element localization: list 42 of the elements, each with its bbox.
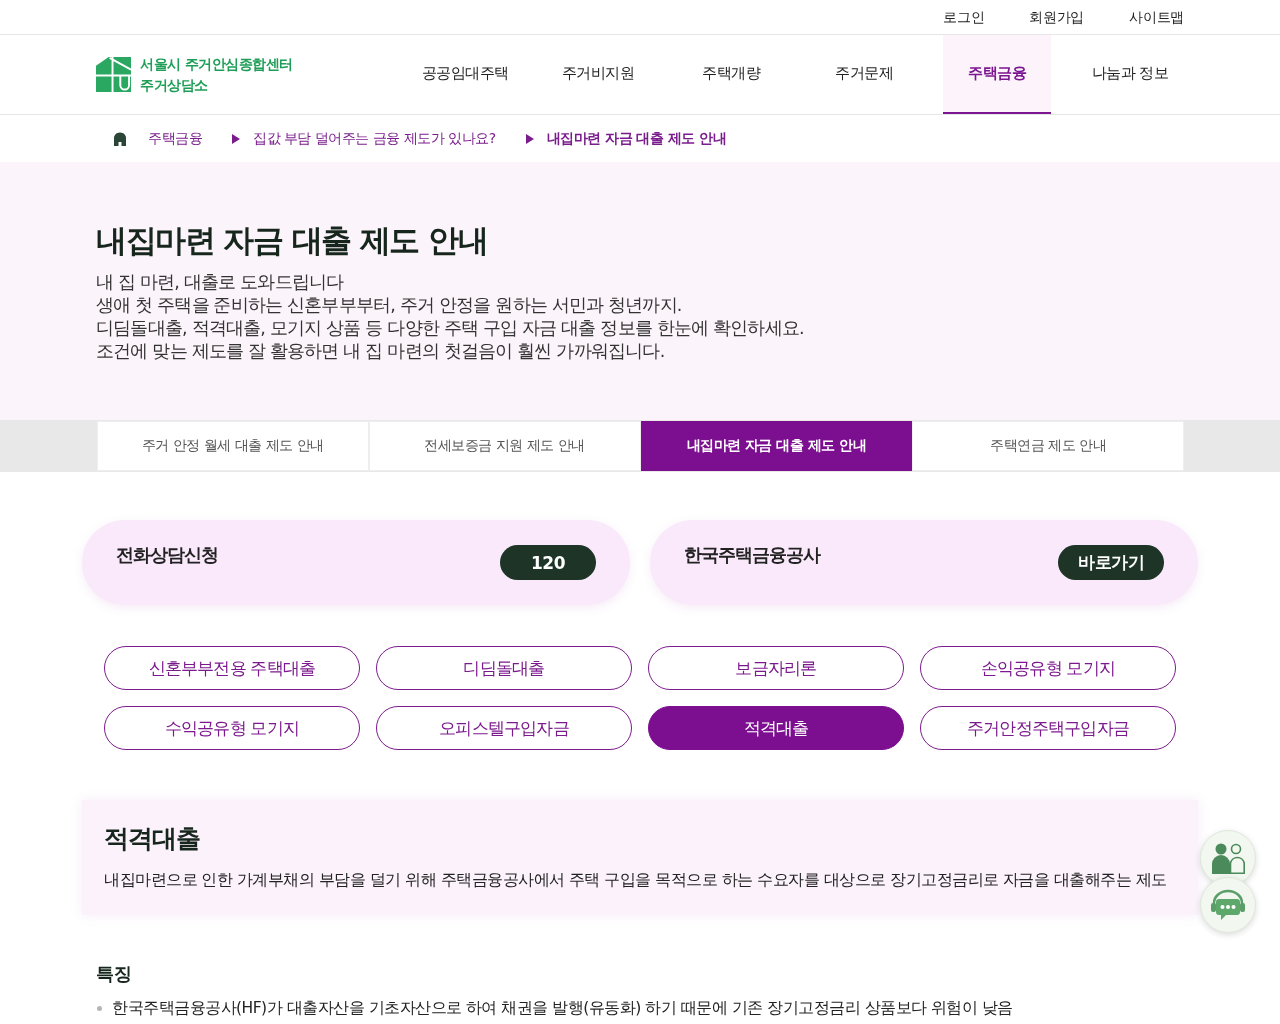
loan-type-button[interactable]: 디딤돌대출 — [376, 646, 632, 690]
tab[interactable]: 주택연금 제도 안내 — [912, 421, 1184, 471]
breadcrumb-link[interactable]: 내집마련 자금 대출 제도 안내 — [546, 129, 727, 148]
tab[interactable]: 내집마련 자금 대출 제도 안내 — [640, 421, 913, 471]
nav-item[interactable]: 공공임대주택 — [411, 35, 519, 114]
utility-link[interactable]: 회원가입 — [1029, 7, 1085, 27]
nav-item[interactable]: 나눔과 정보 — [1076, 35, 1184, 114]
nav-item[interactable]: 주택금융 — [943, 35, 1051, 114]
triangle-separator-icon — [525, 133, 534, 144]
utility-link[interactable]: 사이트맵 — [1129, 7, 1184, 27]
loan-type-button[interactable]: 오피스텔구입자금 — [376, 706, 632, 750]
action-button[interactable]: 바로가기 — [1058, 545, 1164, 580]
feature-text: 한국주택금융공사(HF)가 대출자산을 기초자산으로 하여 채권을 발행(유동화) 하기 때문에 기존 장기고정금리 상품보다 위험이 낮음 — [112, 998, 1013, 1018]
detail-title: 적격대출 — [104, 823, 200, 855]
loan-type-button[interactable]: 주거안정주택구입자금 — [920, 706, 1176, 750]
tab[interactable]: 전세보증금 지원 제도 안내 — [368, 421, 641, 471]
nav-item[interactable]: 주거비지원 — [544, 35, 652, 114]
section-heading: 특징 — [96, 962, 131, 986]
loan-type-button[interactable]: 적격대출 — [648, 706, 904, 750]
page-title: 내집마련 자금 대출 제도 안내 — [96, 221, 488, 260]
breadcrumb-link[interactable]: 집값 부담 덜어주는 금융 제도가 있나요? — [253, 129, 496, 148]
nav-item[interactable]: 주거문제 — [810, 35, 918, 114]
triangle-separator-icon — [232, 133, 240, 144]
chat-float-button[interactable] — [1200, 877, 1256, 933]
chat-headset-icon — [1210, 889, 1246, 921]
breadcrumb-link[interactable]: 주택금융 — [148, 129, 202, 148]
card-title: 한국주택금융공사 — [684, 545, 820, 565]
bullet-icon — [97, 1005, 102, 1011]
home-icon[interactable] — [113, 131, 127, 146]
intro-paragraph: 내 집 마련, 대출로 도와드립니다 생애 첫 주택을 준비하는 신혼부부부터, 주거 안정을 원하는 서민과 청년까지. 디딤돌대출, 적격대출, 모기지 상품 등 다양한 주택 구입 자금 대출 정보를 한눈에 확인하세요. 조건에 맞는 제도를 잘 활용하면 내 집 마련의 첫걸음이 훨씬 가까워집니다. — [96, 271, 804, 363]
detail-description: 내집마련으로 인한 가계부채의 부담을 덜기 위해 주택금융공사에서 주택 구입을 목적으로 하는 수요자를 대상으로 장기고정금리로 자금을 대출해주는 제도 — [104, 870, 1167, 890]
logo-icon[interactable] — [96, 57, 131, 92]
loan-type-button[interactable]: 보금자리론 — [648, 646, 904, 690]
tab[interactable]: 주거 안정 월세 대출 제도 안내 — [97, 421, 369, 471]
loan-type-button[interactable]: 수익공유형 모기지 — [104, 706, 360, 750]
action-button[interactable]: 120 — [500, 545, 596, 580]
loan-type-button[interactable]: 손익공유형 모기지 — [920, 646, 1176, 690]
card-title: 전화상담신청 — [116, 545, 218, 565]
loan-type-button[interactable]: 신혼부부전용 주택대출 — [104, 646, 360, 690]
nav-item[interactable]: 주택개량 — [677, 35, 785, 114]
utility-link[interactable]: 로그인 — [943, 7, 985, 27]
people-icon — [1211, 842, 1245, 874]
